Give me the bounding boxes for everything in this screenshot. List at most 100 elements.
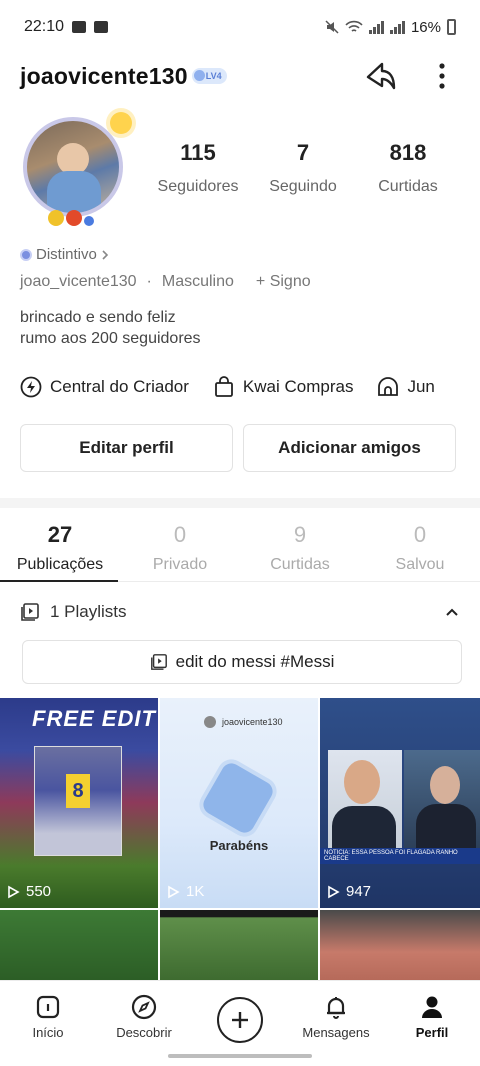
badge-link[interactable]: Distintivo	[20, 246, 460, 263]
profile-top-bar: joaovicente130 LV4	[0, 54, 480, 98]
stat-likes[interactable]: 818 Curtidas	[358, 140, 458, 196]
home-indicator[interactable]	[168, 1054, 312, 1058]
bio-line: rumo aos 200 seguidores	[20, 330, 201, 347]
playlist-icon	[150, 654, 167, 670]
compass-icon	[131, 994, 157, 1020]
level-badge[interactable]: LV4	[191, 68, 227, 84]
gender-tag[interactable]: Masculino	[162, 273, 234, 291]
separator: ·	[146, 273, 152, 290]
news-banner: NOTICIA: ESSA PESSOA FOI FLAGADA RANHO C…	[320, 848, 480, 864]
more-options-button[interactable]	[424, 58, 460, 94]
playlist-count: 1 Playlists	[50, 602, 127, 621]
nav-label: Início	[32, 1025, 64, 1040]
creator-link-label: Kwai Compras	[242, 377, 354, 396]
stat-followers[interactable]: 115 Seguidores	[148, 140, 248, 196]
lightning-icon	[20, 376, 42, 398]
wifi-icon	[345, 20, 363, 32]
tab-count: 27	[47, 522, 73, 547]
status-bar: 22:10 16%	[0, 0, 480, 54]
badge-icon	[20, 248, 32, 261]
avatar[interactable]	[20, 112, 132, 226]
tab-label: Privado	[152, 556, 208, 573]
tab-count: 0	[413, 522, 427, 547]
play-icon	[8, 885, 20, 898]
video-grid: FREE EDIT 8 550 joaovicente130 Parabéns …	[0, 698, 480, 980]
playlist-header[interactable]: 1 Playlists	[20, 596, 460, 628]
thumbnail-overlay-text: FREE EDIT	[32, 706, 156, 731]
creator-center-link[interactable]: Central do Criador	[20, 376, 189, 398]
share-button[interactable]	[362, 58, 398, 94]
tab-publications[interactable]: 27 Publicações	[0, 514, 120, 582]
chevron-up-icon[interactable]	[444, 606, 460, 618]
app-notification-icon	[94, 21, 109, 33]
nav-home[interactable]: Início	[0, 981, 96, 1066]
play-icon	[328, 885, 340, 898]
stat-value: 115	[180, 140, 216, 165]
signal-icon-2	[389, 20, 405, 34]
signal-icon	[368, 20, 384, 34]
video-thumbnail[interactable]	[320, 910, 480, 980]
bell-icon	[327, 997, 345, 1019]
bio-block: Distintivo joao_vicente130 · Masculino +…	[20, 246, 460, 349]
stat-label: Seguindo	[269, 178, 337, 195]
stat-value: 7	[296, 140, 310, 165]
more-vertical-icon	[439, 63, 445, 89]
creator-links: Central do Criador Kwai Compras Jun	[20, 372, 480, 402]
video-thumbnail[interactable]: joaovicente130 Parabéns 1K	[160, 698, 318, 908]
stat-value: 818	[389, 140, 427, 165]
tab-label: Curtidas	[270, 556, 330, 573]
stat-label: Curtidas	[378, 178, 438, 195]
nav-label: Perfil	[415, 1025, 449, 1040]
profile-stats: 115 Seguidores 7 Seguindo 818 Curtidas	[148, 140, 458, 196]
play-icon	[168, 885, 180, 898]
stat-following[interactable]: 7 Seguindo	[253, 140, 353, 196]
battery-percent: 16%	[410, 18, 441, 36]
edit-profile-button[interactable]: Editar perfil	[20, 424, 233, 472]
profile-actions: Editar perfil Adicionar amigos	[20, 424, 456, 472]
share-icon	[366, 62, 396, 90]
tab-count: 9	[293, 522, 307, 547]
plus-icon	[232, 1012, 248, 1028]
view-count-value: 550	[26, 883, 52, 900]
playlist-item[interactable]: edit do messi #Messi	[22, 640, 462, 684]
view-count: 1K	[166, 883, 204, 900]
video-thumbnail[interactable]: NOTICIA: ESSA PESSOA FOI FLAGADA RANHO C…	[320, 698, 480, 908]
profile-summary: 115 Seguidores 7 Seguindo 818 Curtidas	[0, 112, 480, 228]
add-friends-button[interactable]: Adicionar amigos	[243, 424, 456, 472]
view-count-value: 947	[346, 883, 372, 900]
kwai-shop-link[interactable]: Kwai Compras	[213, 376, 354, 398]
add-sign-tag[interactable]: + Signo	[256, 273, 311, 291]
section-divider	[0, 498, 480, 508]
battery-icon	[447, 19, 456, 35]
content-tabs: 27 Publicações 0 Privado 9 Curtidas 0 Sa…	[0, 514, 480, 582]
playlist-icon	[21, 603, 39, 621]
bio-text: brincado e sendo feliz rumo aos 200 segu…	[20, 307, 460, 349]
creator-link-label: Jun	[407, 377, 435, 396]
chevron-right-icon	[102, 249, 108, 260]
creator-link-label: Central do Criador	[50, 377, 189, 396]
stat-label: Seguidores	[157, 178, 239, 195]
thumbnail-title: Parabéns	[209, 838, 269, 853]
avatar	[204, 716, 216, 728]
view-count: 947	[326, 883, 371, 900]
nav-label: Descobrir	[116, 1025, 172, 1040]
username: joaovicente130	[20, 62, 188, 89]
jun-link[interactable]: Jun	[377, 376, 435, 398]
tab-private[interactable]: 0 Privado	[120, 514, 240, 581]
video-thumbnail[interactable]	[0, 910, 158, 980]
flower-decoration-icon	[48, 210, 94, 226]
status-time: 22:10	[24, 18, 65, 35]
nav-profile[interactable]: Perfil	[384, 981, 480, 1066]
view-count: 550	[6, 883, 51, 900]
tab-label: Publicações	[16, 556, 104, 573]
tab-saved[interactable]: 0 Salvou	[360, 514, 480, 581]
notification-icon	[72, 21, 87, 33]
tab-count: 0	[173, 522, 187, 547]
tab-likes[interactable]: 9 Curtidas	[240, 514, 360, 581]
video-thumbnail[interactable]: FREE EDIT 8 550	[0, 698, 158, 908]
sun-decoration-icon	[110, 112, 132, 134]
arch-icon	[378, 377, 399, 396]
video-thumbnail[interactable]	[160, 910, 318, 980]
view-count-value: 1K	[186, 883, 205, 900]
create-button[interactable]	[217, 997, 263, 1043]
